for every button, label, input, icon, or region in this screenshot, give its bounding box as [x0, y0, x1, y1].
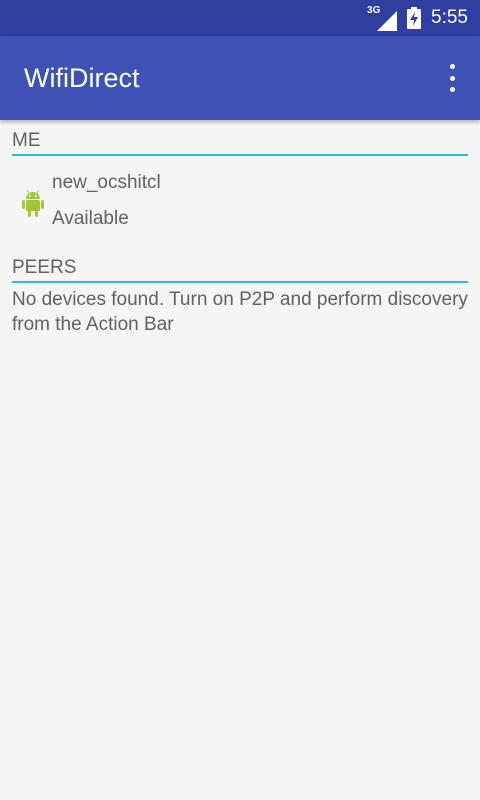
android-icon	[22, 190, 44, 217]
battery-charging-icon	[407, 7, 422, 29]
status-icons: 3G 5:55	[367, 0, 468, 36]
app-bar: WifiDirect	[0, 36, 480, 120]
status-bar: 3G 5:55	[0, 0, 480, 36]
device-name: new_ocshitcl	[52, 172, 161, 193]
more-vert-icon	[449, 64, 455, 69]
clock: 5:55	[431, 7, 468, 28]
peers-empty-message: No devices found. Turn on P2P and perfor…	[12, 289, 468, 335]
app-title: WifiDirect	[24, 63, 140, 93]
me-section-header: ME	[12, 130, 468, 156]
more-options-button[interactable]	[442, 64, 462, 92]
peers-section-header: PEERS	[12, 257, 468, 283]
my-device-row[interactable]: new_ocshitcl Available	[12, 170, 468, 240]
signal-icon	[377, 11, 398, 31]
network-indicator: 3G	[367, 5, 398, 31]
device-status: Available	[52, 208, 129, 229]
